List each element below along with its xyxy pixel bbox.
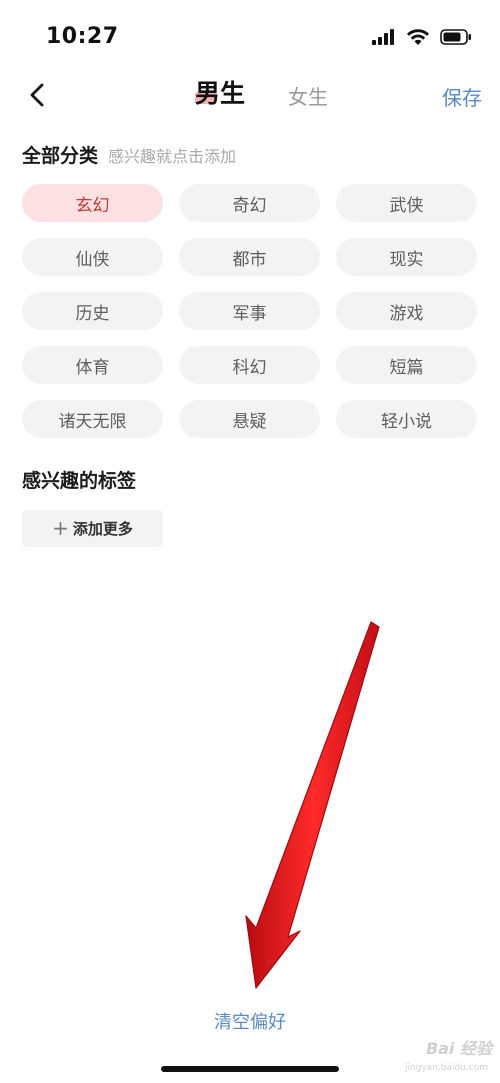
category-chip[interactable]: 轻小说 [336,400,477,438]
status-icons [372,28,472,50]
category-chip[interactable]: 现实 [336,238,477,276]
clear-preferences-button[interactable]: 清空偏好 [0,1008,500,1034]
tab-male-label: 男生 [195,79,246,108]
status-time: 10:27 [46,24,119,49]
category-chip[interactable]: 体育 [22,346,163,384]
category-chip[interactable]: 奇幻 [179,184,320,222]
watermark-url: jingyan.baidu.com [404,1063,488,1073]
home-indicator [161,1066,339,1072]
category-chip[interactable]: 历史 [22,292,163,330]
category-chip[interactable]: 武侠 [336,184,477,222]
status-bar: 10:27 [0,0,500,70]
battery-icon [440,29,472,49]
plus-icon: + [52,515,69,540]
category-chip[interactable]: 都市 [179,238,320,276]
tab-female[interactable]: 女生 [288,81,328,110]
category-chip[interactable]: 科幻 [179,346,320,384]
tab-female-label: 女生 [288,85,328,109]
tab-male[interactable]: 男生 [195,74,245,110]
back-button[interactable] [20,78,54,112]
nav-bar: 男生 女生 保存 [0,70,500,120]
category-chip[interactable]: 短篇 [336,346,477,384]
category-chip[interactable]: 玄幻 [22,184,163,222]
save-button[interactable]: 保存 [442,82,482,111]
watermark-logo: Bai 经验 [425,1039,492,1058]
tags-title: 感兴趣的标签 [22,470,137,492]
category-chip[interactable]: 军事 [179,292,320,330]
category-chip[interactable]: 仙侠 [22,238,163,276]
category-chip[interactable]: 游戏 [336,292,477,330]
category-chip[interactable]: 悬疑 [179,400,320,438]
categories-title: 全部分类 [22,145,99,167]
category-chip[interactable]: 诸天无限 [22,400,163,438]
chevron-left-icon [30,83,44,107]
add-more-tags-button[interactable]: + 添加更多 [22,510,163,547]
categories-header: 全部分类 感兴趣就点击添加 [22,141,236,168]
category-grid: 玄幻 奇幻 武侠 仙侠 都市 现实 历史 军事 游戏 体育 科幻 短篇 诸天无限… [22,184,480,438]
add-more-label: 添加更多 [72,520,133,538]
categories-hint: 感兴趣就点击添加 [108,147,237,166]
wifi-icon [406,28,430,50]
cellular-signal-icon [372,29,396,49]
